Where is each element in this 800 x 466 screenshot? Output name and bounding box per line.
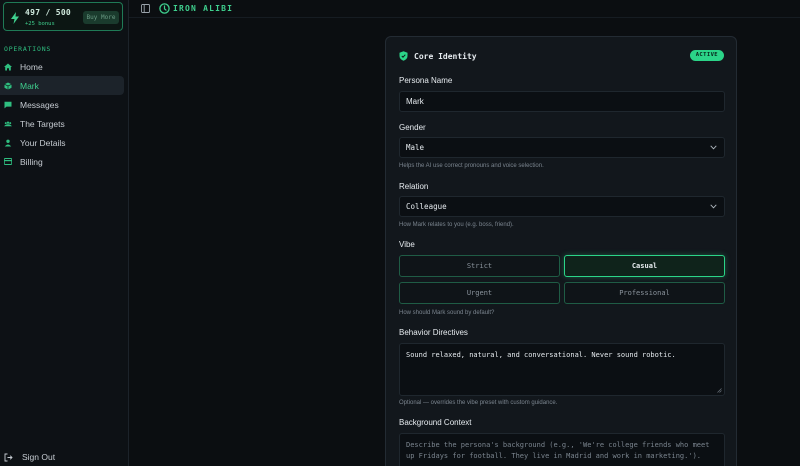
credits-count: 497 / 500 — [25, 8, 72, 17]
users-icon — [4, 120, 12, 128]
persona-name-input[interactable]: Mark — [399, 91, 725, 112]
sidebar-item-targets[interactable]: The Targets — [0, 114, 128, 133]
sidebar-item-home[interactable]: Home — [0, 57, 128, 76]
app: 497 / 500 +25 bonus Buy More OPERATIONS … — [0, 0, 800, 466]
resize-grip-icon[interactable] — [717, 388, 722, 393]
credits-bonus: +25 bonus — [25, 21, 55, 27]
chevron-down-icon — [710, 145, 717, 150]
vibe-option-professional[interactable]: Professional — [564, 282, 725, 304]
background-placeholder: Describe the persona's background (e.g.,… — [406, 441, 710, 460]
chevron-down-icon — [710, 204, 717, 209]
logo-text: IRON ALIBI — [173, 4, 234, 13]
behavior-text: Sound relaxed, natural, and conversation… — [406, 351, 676, 359]
sidebar-item-label: Billing — [20, 156, 43, 167]
sidebar-item-billing[interactable]: Billing — [0, 152, 128, 171]
sidebar-item-mark[interactable]: Mark — [0, 76, 124, 95]
credits-panel: 497 / 500 +25 bonus Buy More — [3, 2, 123, 31]
persona-name-label: Persona Name — [399, 76, 453, 85]
sign-out-label: Sign Out — [22, 452, 56, 462]
background-label: Background Context — [399, 418, 472, 427]
message-icon — [4, 101, 12, 109]
sidebar-nav: Home Mark Messages The Targets Your Deta… — [0, 57, 128, 171]
shield-icon — [399, 51, 408, 61]
box-icon — [4, 82, 12, 90]
vibe-option-urgent[interactable]: Urgent — [399, 282, 560, 304]
relation-select[interactable]: Colleague — [399, 196, 725, 217]
behavior-textarea[interactable]: Sound relaxed, natural, and conversation… — [399, 343, 725, 396]
gender-select-value: Male — [406, 143, 425, 152]
sidebar-item-label: Home — [20, 61, 43, 72]
bolt-icon — [11, 12, 19, 24]
card-icon — [4, 158, 12, 166]
buy-more-button[interactable]: Buy More — [83, 11, 119, 24]
card-title: Core Identity — [414, 51, 477, 61]
gender-select[interactable]: Male — [399, 137, 725, 158]
behavior-hint: Optional — overrides the vibe preset wit… — [399, 400, 558, 406]
vibe-option-casual[interactable]: Casual — [564, 255, 725, 277]
vibe-option-strict[interactable]: Strict — [399, 255, 560, 277]
sidebar-item-label: Messages — [20, 99, 59, 110]
topbar: IRON ALIBI — [129, 0, 800, 18]
vibe-hint: How should Mark sound by default? — [399, 310, 495, 316]
relation-select-value: Colleague — [406, 202, 447, 211]
sidebar-item-label: The Targets — [20, 118, 65, 129]
behavior-label: Behavior Directives — [399, 328, 468, 337]
sidebar-item-your-details[interactable]: Your Details — [0, 133, 128, 152]
sidebar-toggle-icon[interactable] — [141, 4, 150, 13]
background-textarea[interactable]: Describe the persona's background (e.g.,… — [399, 433, 725, 466]
sidebar-item-label: Your Details — [20, 137, 66, 148]
section-label-operations: OPERATIONS — [4, 45, 52, 53]
core-identity-card: Core Identity ACTIVE Persona Name Mark G… — [385, 36, 737, 466]
sidebar: 497 / 500 +25 bonus Buy More OPERATIONS … — [0, 0, 129, 466]
logo-mark-icon — [159, 3, 170, 14]
sign-out-button[interactable]: Sign Out — [4, 452, 55, 462]
home-icon — [4, 63, 12, 71]
user-icon — [4, 139, 12, 147]
card-header: Core Identity — [399, 51, 477, 61]
relation-hint: How Mark relates to you (e.g. boss, frie… — [399, 222, 514, 228]
vibe-label: Vibe — [399, 240, 415, 249]
app-logo[interactable]: IRON ALIBI — [159, 3, 233, 14]
sign-out-icon — [4, 453, 13, 461]
gender-label: Gender — [399, 123, 426, 132]
sidebar-item-label: Mark — [20, 80, 39, 91]
relation-label: Relation — [399, 182, 429, 191]
sidebar-item-messages[interactable]: Messages — [0, 95, 128, 114]
status-badge: ACTIVE — [689, 50, 724, 61]
gender-hint: Helps the AI use correct pronouns and vo… — [399, 163, 544, 169]
